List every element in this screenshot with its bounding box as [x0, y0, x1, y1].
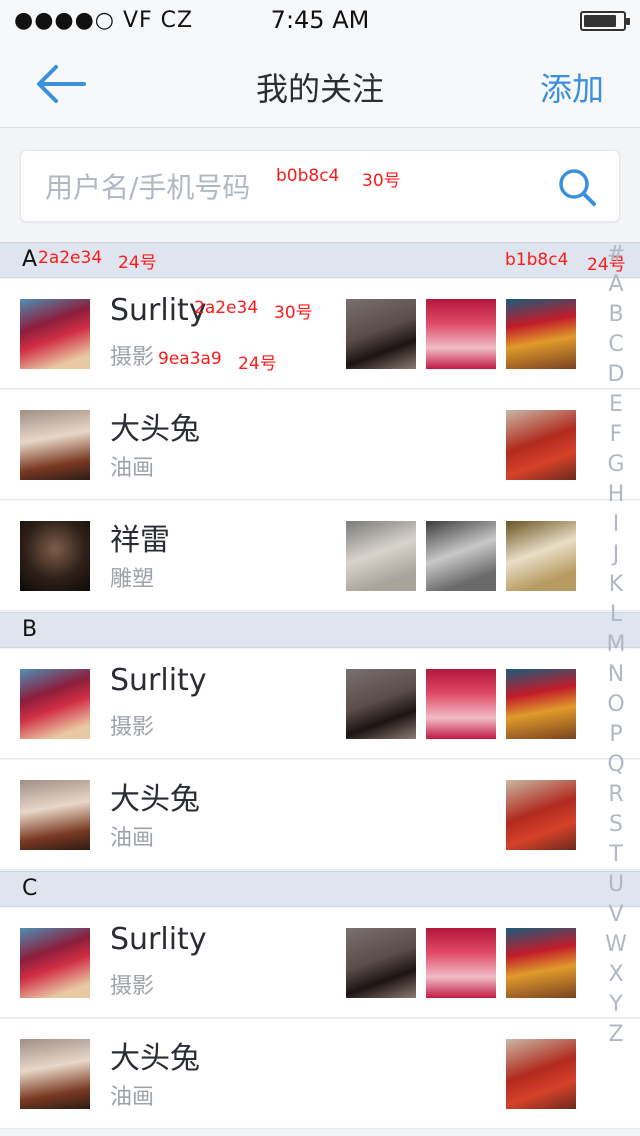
user-tag: 摄影 — [110, 974, 155, 999]
annotation-name-color: 2a2e34 — [194, 298, 259, 318]
index-letter[interactable]: G — [602, 450, 630, 480]
work-thumbnail[interactable] — [346, 299, 416, 369]
list-item[interactable]: 大头兔 油画 — [0, 1019, 640, 1129]
search-box — [20, 150, 620, 222]
work-thumbnail[interactable] — [506, 521, 576, 591]
index-letter[interactable]: E — [602, 390, 630, 420]
section-header-c: C — [0, 871, 640, 907]
user-name: 大头兔 — [110, 782, 200, 817]
section-letter: B — [22, 617, 38, 642]
index-letter[interactable]: L — [602, 600, 630, 630]
index-letter[interactable]: N — [602, 660, 630, 690]
index-letter[interactable]: U — [602, 870, 630, 900]
avatar — [20, 928, 90, 998]
index-letter[interactable]: S — [602, 810, 630, 840]
add-button[interactable]: 添加 — [540, 64, 604, 110]
avatar — [20, 669, 90, 739]
annotation-search-size: 30号 — [362, 171, 401, 191]
user-name: 大头兔 — [110, 412, 200, 447]
user-tag: 雕塑 — [110, 567, 155, 592]
user-name: 祥雷 — [110, 523, 170, 558]
annotation-tag-size: 24号 — [238, 354, 277, 374]
user-name: 大头兔 — [110, 1041, 200, 1076]
work-thumbnail[interactable] — [346, 521, 416, 591]
work-thumbnail[interactable] — [426, 299, 496, 369]
work-thumbnail[interactable] — [426, 669, 496, 739]
index-letter[interactable]: Q — [602, 750, 630, 780]
annotation-name-size: 30号 — [274, 303, 313, 323]
list-item[interactable]: 大头兔 油画 — [0, 390, 640, 500]
index-letter[interactable]: O — [602, 690, 630, 720]
search-icon[interactable] — [555, 165, 599, 209]
index-letter[interactable]: Z — [602, 1020, 630, 1050]
index-letter[interactable]: T — [602, 840, 630, 870]
alphabet-index[interactable]: # A B C D E F G H I J K L M N O P Q R S … — [602, 240, 630, 1050]
index-letter[interactable]: F — [602, 420, 630, 450]
index-letter[interactable]: W — [602, 930, 630, 960]
avatar — [20, 780, 90, 850]
index-letter[interactable]: J — [602, 540, 630, 570]
annotation-index-color: b1b8c4 — [505, 250, 569, 270]
work-thumbnail[interactable] — [346, 928, 416, 998]
index-letter[interactable]: V — [602, 900, 630, 930]
list-item[interactable]: 大头兔 油画 — [0, 760, 640, 870]
avatar — [20, 410, 90, 480]
section-letter: C — [22, 876, 38, 901]
index-letter[interactable]: D — [602, 360, 630, 390]
status-time: 7:45 AM — [270, 6, 370, 34]
user-tag: 油画 — [110, 826, 155, 851]
index-letter[interactable]: P — [602, 720, 630, 750]
annotation-header-color: 2a2e34 — [38, 248, 103, 268]
index-letter[interactable]: H — [602, 480, 630, 510]
avatar — [20, 299, 90, 369]
index-letter[interactable]: M — [602, 630, 630, 660]
user-tag: 摄影 — [110, 715, 155, 740]
section-header-b: B — [0, 612, 640, 648]
work-thumbnail[interactable] — [506, 928, 576, 998]
work-thumbnail[interactable] — [426, 928, 496, 998]
work-thumbnail[interactable] — [506, 299, 576, 369]
status-bar: ●●●●○ VF CZ 7:45 AM — [0, 0, 640, 40]
index-letter[interactable]: X — [602, 960, 630, 990]
annotation-tag-color: 9ea3a9 — [158, 349, 222, 369]
user-tag: 摄影 — [110, 345, 155, 370]
work-thumbnail[interactable] — [426, 521, 496, 591]
work-thumbnail[interactable] — [506, 780, 576, 850]
user-name: Surlity — [110, 922, 207, 957]
index-letter[interactable]: K — [602, 570, 630, 600]
work-thumbnail[interactable] — [346, 669, 416, 739]
index-letter[interactable]: B — [602, 300, 630, 330]
list-item[interactable]: Surlity 摄影 — [0, 908, 640, 1018]
user-name: Surlity — [110, 663, 207, 698]
user-name: Surlity — [110, 293, 207, 328]
index-letter[interactable]: A — [602, 270, 630, 300]
section-letter: A — [22, 247, 38, 272]
list-item[interactable]: Surlity 摄影 — [0, 279, 640, 389]
index-letter[interactable]: R — [602, 780, 630, 810]
index-letter[interactable]: Y — [602, 990, 630, 1020]
list-item[interactable]: Surlity 摄影 — [0, 649, 640, 759]
avatar — [20, 521, 90, 591]
user-tag: 油画 — [110, 456, 155, 481]
annotation-header-size: 24号 — [118, 253, 157, 273]
index-letter[interactable]: I — [602, 510, 630, 540]
avatar — [20, 1039, 90, 1109]
annotation-search-color: b0b8c4 — [276, 166, 340, 186]
index-letter[interactable]: C — [602, 330, 630, 360]
index-letter[interactable]: # — [602, 240, 630, 270]
work-thumbnail[interactable] — [506, 1039, 576, 1109]
user-tag: 油画 — [110, 1085, 155, 1110]
nav-bar: 我的关注 添加 — [0, 40, 640, 128]
list-item[interactable]: 祥雷 雕塑 — [0, 501, 640, 611]
work-thumbnail[interactable] — [506, 410, 576, 480]
battery-icon — [580, 11, 630, 31]
work-thumbnail[interactable] — [506, 669, 576, 739]
